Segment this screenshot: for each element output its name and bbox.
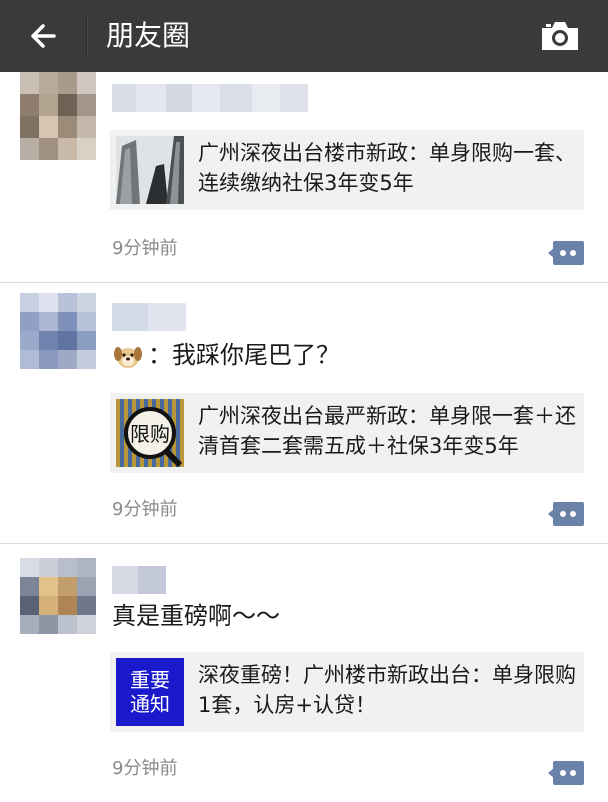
link-title: 深夜重磅！广州楼市新政出台：单身限购1套，认房+认贷！ (198, 663, 576, 717)
thumb-line-1: 重要 (130, 668, 170, 692)
shared-link-card[interactable]: 广州深夜出台楼市新政：单身限购一套、连续缴纳社保3年变5年 (110, 130, 584, 210)
username-blurred[interactable] (112, 303, 186, 331)
username-blurred[interactable] (112, 84, 308, 112)
avatar[interactable] (20, 293, 96, 369)
comment-button[interactable] (548, 760, 584, 786)
arrow-left-icon (31, 24, 56, 48)
link-title: 广州深夜出台楼市新政：单身限购一套、连续缴纳社保3年变5年 (198, 141, 576, 195)
comment-dots-icon (548, 761, 584, 785)
camera-icon (542, 22, 578, 50)
thumb-text: 限购 (130, 422, 170, 446)
moments-feed: 广州深夜出台楼市新政：单身限购一套、连续缴纳社保3年变5年 9分钟前 ：我踩你尾… (0, 72, 608, 802)
moment-post: ：我踩你尾巴了？ 限购 广州深夜出台最严新政：单身限一套＋还清首套二套需五成＋社… (0, 283, 608, 544)
link-thumbnail: 限购 (116, 399, 184, 467)
back-button[interactable] (24, 14, 68, 58)
moment-post: 广州深夜出台楼市新政：单身限购一套、连续缴纳社保3年变5年 9分钟前 (0, 72, 608, 283)
post-time: 9分钟前 (112, 499, 178, 520)
avatar-mosaic (20, 558, 96, 634)
shared-link-card[interactable]: 重要 通知 深夜重磅！广州楼市新政出台：单身限购1套，认房+认贷！ (110, 652, 584, 732)
avatar-mosaic (20, 293, 96, 369)
camera-button[interactable] (538, 16, 582, 56)
avatar-mosaic (20, 72, 96, 160)
link-thumbnail (116, 136, 184, 204)
link-title: 广州深夜出台最严新政：单身限一套＋还清首套二套需五成＋社保3年变5年 (198, 404, 576, 458)
link-thumbnail: 重要 通知 (116, 658, 184, 726)
avatar[interactable] (20, 72, 96, 160)
thumb-line-2: 通知 (130, 692, 170, 716)
avatar[interactable] (20, 558, 96, 634)
dog-emoji (114, 347, 142, 368)
post-time: 9分钟前 (112, 758, 178, 779)
comment-button[interactable] (548, 240, 584, 266)
comment-dots-icon (548, 241, 584, 265)
moment-post: 真是重磅啊～～ 重要 通知 深夜重磅！广州楼市新政出台：单身限购1套，认房+认贷… (0, 544, 608, 802)
post-text: ：我踩你尾巴了？ (112, 339, 340, 372)
post-text-content: ：我踩你尾巴了？ (148, 341, 340, 369)
username-blurred[interactable] (112, 566, 166, 594)
comment-dots-icon (548, 502, 584, 526)
post-time: 9分钟前 (112, 238, 178, 259)
header-divider (86, 16, 87, 56)
comment-button[interactable] (548, 501, 584, 527)
top-bar: 朋友圈 (0, 0, 608, 72)
skyscraper-photo (116, 136, 184, 204)
purchase-limit-image: 限购 (116, 399, 184, 467)
shared-link-card[interactable]: 限购 广州深夜出台最严新政：单身限一套＋还清首套二套需五成＋社保3年变5年 (110, 393, 584, 473)
post-text: 真是重磅啊～～ (112, 602, 280, 630)
page-title: 朋友圈 (106, 19, 191, 52)
